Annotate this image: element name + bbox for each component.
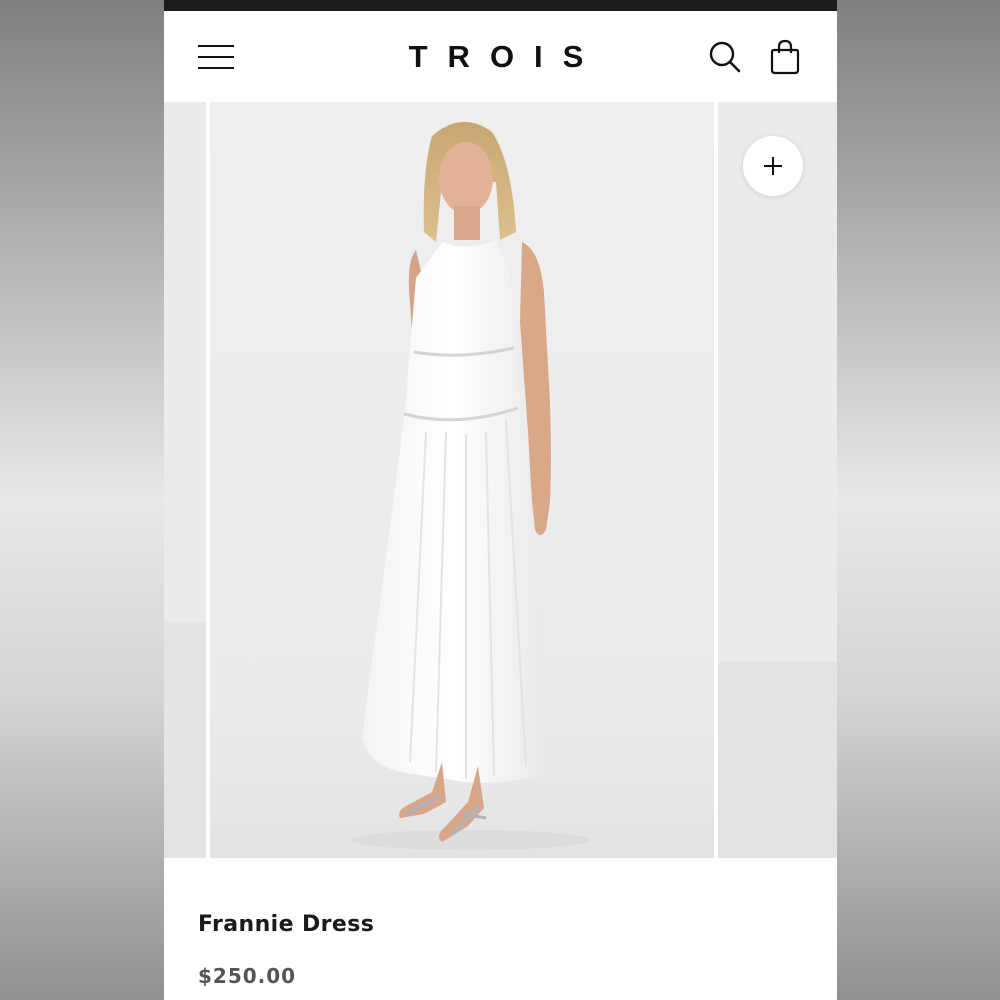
plus-icon [764,157,782,175]
product-image-gallery[interactable] [164,102,837,858]
background-blur-left [0,0,164,1000]
hamburger-menu-icon[interactable] [198,44,236,70]
gallery-slide-next[interactable] [718,102,837,858]
product-info: Frannie Dress $250.00 [164,858,837,1000]
phone-screen: TROIS Frannie Dress $250.00 [164,0,837,1000]
background-blur-right [837,0,1000,1000]
product-photo[interactable] [210,102,714,858]
shopping-bag-icon[interactable] [768,39,802,75]
add-to-wishlist-button[interactable] [743,136,803,196]
product-price: $250.00 [198,964,297,988]
product-name[interactable]: Frannie Dress [198,912,374,937]
search-icon[interactable] [708,40,742,74]
brand-logo[interactable]: TROIS [374,37,624,77]
gallery-slide-previous[interactable] [164,102,206,858]
site-header: TROIS [164,11,837,102]
status-bar [164,0,837,11]
